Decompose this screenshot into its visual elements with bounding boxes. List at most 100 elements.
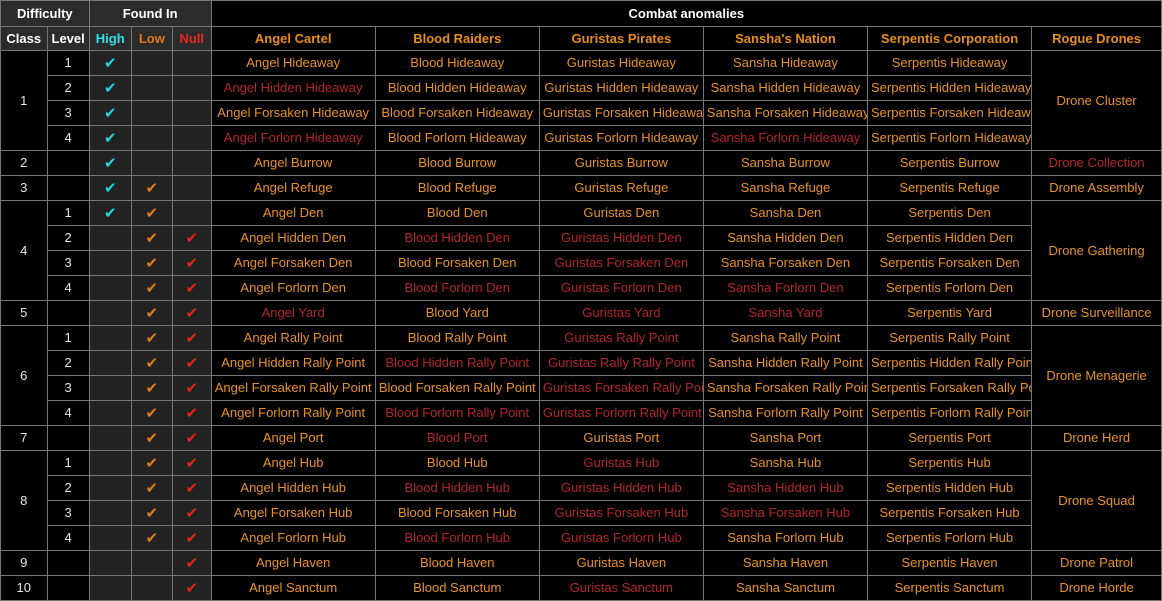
cell-angel: Angel Rally Point: [210, 325, 376, 351]
cell-blood: Blood Forlorn Hideaway: [374, 125, 540, 151]
cell-found-in-null: ✔: [171, 525, 212, 551]
cell-found-in-low: [130, 550, 173, 576]
group-header-found-in: Found In: [88, 0, 212, 27]
column-header-low[interactable]: Low: [130, 26, 173, 51]
check-icon-low: ✔: [145, 529, 159, 547]
cell-level: 2: [46, 75, 90, 101]
cell-blood: Blood Hidden Rally Point: [374, 350, 540, 376]
cell-found-in-high: [88, 425, 132, 451]
cell-found-in-high: [88, 500, 132, 526]
cell-angel: Angel Forsaken Rally Point: [210, 375, 376, 401]
cell-sansha: Sansha Hidden Den: [702, 225, 869, 251]
cell-found-in-low: ✔: [130, 175, 173, 201]
table-row: 6 1 ✔ ✔ Angel Rally Point Blood Rally Point Gu…: [0, 325, 1162, 426]
cell-guristas: Guristas Forlorn Den: [538, 275, 704, 301]
cell-class: 1: [0, 50, 48, 151]
cell-level: 1: [46, 50, 90, 76]
cell-serpentis: Serpentis Hub: [866, 450, 1033, 476]
cell-found-in-null: ✔: [171, 400, 212, 426]
cell-found-in-high: ✔: [88, 175, 132, 201]
cell-guristas: Guristas Forsaken Hub: [538, 500, 704, 526]
cell-blood: Blood Port: [374, 425, 540, 451]
cell-serpentis: Serpentis Forlorn Hideaway: [866, 125, 1033, 151]
cell-found-in-null: ✔: [171, 350, 212, 376]
cell-blood: Blood Forlorn Rally Point: [374, 400, 540, 426]
cell-angel: Angel Burrow: [210, 150, 376, 176]
cell-sansha: Sansha Forsaken Rally Point: [702, 375, 869, 401]
column-header-blood[interactable]: Blood Raiders: [374, 26, 540, 51]
table-row: 3 ✔ ✔ Angel Forsaken Rally Point Blood Forsa…: [1, 375, 1162, 401]
cell-guristas: Guristas Hideaway: [538, 50, 704, 76]
cell-serpentis: Serpentis Hideaway: [866, 50, 1033, 76]
check-icon-low: ✔: [145, 254, 159, 272]
table-row: 9 ✔ Angel Haven Blood Haven Guristas Haven Sa…: [0, 550, 1162, 576]
cell-guristas: Guristas Rally Rally Point: [538, 350, 704, 376]
cell-drones: Drone Cluster: [1031, 50, 1162, 151]
column-header-class[interactable]: Class: [0, 26, 48, 51]
cell-found-in-low: [130, 100, 173, 126]
column-header-null[interactable]: Null: [171, 26, 212, 51]
cell-serpentis: Serpentis Port: [866, 425, 1033, 451]
cell-blood: Blood Forlorn Den: [374, 275, 540, 301]
cell-sansha: Sansha Haven: [702, 550, 869, 576]
column-header-serpentis[interactable]: Serpentis Corporation: [866, 26, 1033, 51]
check-icon-null: ✔: [185, 404, 199, 422]
check-icon-low: ✔: [145, 329, 159, 347]
cell-blood: Blood Hidden Hub: [374, 475, 540, 501]
cell-serpentis: Serpentis Forsaken Hub: [866, 500, 1033, 526]
cell-sansha: Sansha Hub: [702, 450, 869, 476]
cell-sansha: Sansha Forsaken Den: [702, 250, 869, 276]
cell-level: 3: [46, 500, 90, 526]
check-icon-null: ✔: [185, 504, 199, 522]
cell-sansha: Sansha Forlorn Hub: [702, 525, 869, 551]
column-header-level[interactable]: Level: [46, 26, 90, 51]
check-icon-null: ✔: [185, 279, 199, 297]
column-header-drones[interactable]: Rogue Drones: [1031, 26, 1162, 51]
cell-found-in-null: ✔: [171, 225, 212, 251]
cell-level: [46, 425, 90, 451]
check-icon-low: ✔: [145, 279, 159, 297]
cell-blood: Blood Burrow: [374, 150, 540, 176]
cell-found-in-null: ✔: [171, 275, 212, 301]
cell-blood: Blood Hidden Den: [374, 225, 540, 251]
cell-level: 4: [46, 400, 90, 426]
cell-angel: Angel Forsaken Hub: [210, 500, 376, 526]
cell-found-in-null: ✔: [171, 325, 212, 351]
check-icon-high: ✔: [103, 79, 117, 97]
cell-blood: Blood Hideaway: [374, 50, 540, 76]
cell-guristas: Guristas Forlorn Hub: [538, 525, 704, 551]
cell-sansha: Sansha Forsaken Hideaway: [702, 100, 869, 126]
cell-found-in-high: [88, 550, 132, 576]
check-icon-low: ✔: [145, 354, 159, 372]
cell-angel: Angel Hidden Hub: [210, 475, 376, 501]
cell-drones: Drone Patrol: [1031, 550, 1162, 576]
group-header-difficulty: Difficulty: [0, 0, 90, 27]
cell-found-in-high: ✔: [88, 75, 132, 101]
cell-found-in-high: [88, 225, 132, 251]
cell-serpentis: Serpentis Forlorn Den: [866, 275, 1033, 301]
cell-guristas: Guristas Forsaken Hideaway: [538, 100, 704, 126]
column-header-guristas[interactable]: Guristas Pirates: [538, 26, 704, 51]
column-header-sansha[interactable]: Sansha's Nation: [702, 26, 869, 51]
table-row: 4 1 ✔ ✔ Angel Den Blood Den Guristas Den Sansha…: [0, 200, 1162, 301]
cell-serpentis: Serpentis Refuge: [866, 175, 1033, 201]
table-row: 4 ✔ ✔ Angel Forlorn Rally Point Blood Forlor…: [1, 400, 1162, 426]
cell-drones: Drone Horde: [1031, 575, 1162, 601]
cell-guristas: Guristas Refuge: [538, 175, 704, 201]
cell-found-in-low: ✔: [130, 250, 173, 276]
cell-serpentis: Serpentis Hidden Hideaway: [866, 75, 1033, 101]
cell-level: 1: [46, 200, 90, 226]
cell-level: [46, 575, 90, 601]
cell-level: 1: [46, 450, 90, 476]
cell-serpentis: Serpentis Forlorn Rally Point: [866, 400, 1033, 426]
cell-found-in-null: [171, 50, 212, 76]
table-row: 4 ✔ ✔ Angel Forlorn Den Blood Forlorn Den Gur…: [1, 275, 1162, 301]
cell-class: 8: [0, 450, 48, 551]
cell-guristas: Guristas Forsaken Rally Point: [538, 375, 704, 401]
check-icon-null: ✔: [185, 379, 199, 397]
table-row: 10 ✔ Angel Sanctum Blood Sanctum Guristas Sa…: [0, 575, 1162, 601]
cell-angel: Angel Den: [210, 200, 376, 226]
column-header-high[interactable]: High: [88, 26, 132, 51]
table-row: 3 ✔ ✔ Angel Refuge Blood Refuge Guristas Refu…: [0, 175, 1162, 201]
column-header-angel[interactable]: Angel Cartel: [210, 26, 376, 51]
